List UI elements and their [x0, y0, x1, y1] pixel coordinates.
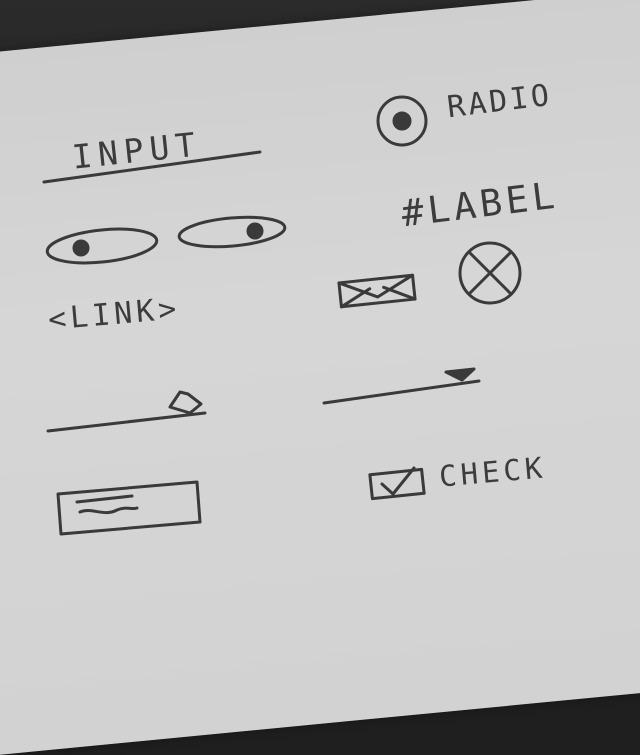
photo-scene: INPUT RADIO #LABEL <LINK> CHECK [0, 0, 640, 755]
checkbox-checked-icon [370, 468, 424, 499]
slider-track-right [324, 381, 479, 403]
textarea-icon [58, 482, 200, 534]
envelope-icon [339, 275, 415, 307]
dropdown-caret-icon [446, 369, 474, 380]
slider-track-left [48, 413, 205, 431]
close-circle-icon [460, 243, 520, 303]
slider-handle-icon [170, 392, 201, 413]
toggle-on-icon [46, 224, 159, 267]
radio-icon [378, 97, 426, 145]
toggle-off-icon [178, 213, 286, 250]
